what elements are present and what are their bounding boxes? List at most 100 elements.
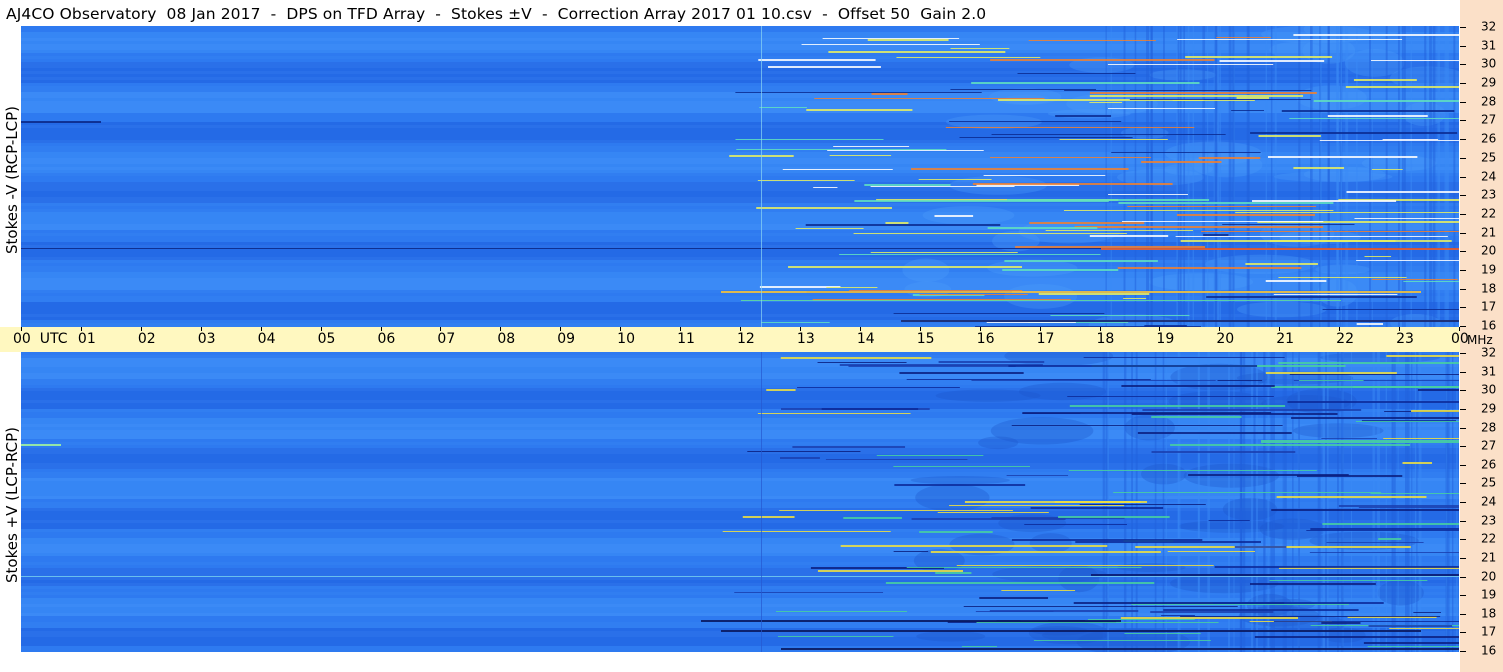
- interference-streak: [894, 484, 1026, 486]
- interference-streak: [1231, 110, 1264, 111]
- interference-streak: [1321, 438, 1377, 439]
- interference-streak: [722, 531, 891, 532]
- interference-streak: [1170, 444, 1411, 446]
- interference-streak: [1083, 357, 1285, 358]
- spectrogram-band: [21, 116, 1459, 119]
- spectrogram-striation: [1292, 352, 1294, 652]
- interference-line: [21, 444, 61, 446]
- interference-streak: [813, 187, 838, 188]
- spectrogram-striation: [1407, 352, 1410, 652]
- interference-streak: [1064, 90, 1312, 91]
- interference-streak: [956, 565, 1214, 566]
- interference-streak: [1417, 389, 1459, 391]
- bottom-panel-ylabel-text: Stokes +V (LCP-RCP): [3, 427, 21, 583]
- interference-streak: [870, 186, 1015, 187]
- interference-streak: [986, 322, 1076, 323]
- interference-streak: [757, 180, 855, 181]
- interference-streak: [934, 215, 974, 217]
- freq-tick-label-bottom: 30: [1481, 382, 1497, 397]
- spectrogram-striation: [1322, 352, 1325, 652]
- interference-streak: [1234, 546, 1287, 548]
- spectrogram-band: [21, 119, 1459, 122]
- spectrogram-band: [21, 74, 1459, 77]
- freq-tick-mark: [1460, 307, 1466, 309]
- interference-streak: [1289, 374, 1459, 375]
- spectrogram-striation: [1452, 352, 1454, 652]
- spectrogram-striation: [1416, 352, 1418, 652]
- interference-streak: [1089, 92, 1317, 94]
- spectrogram-striation: [1183, 26, 1186, 327]
- interference-streak: [1089, 102, 1123, 103]
- interference-streak: [1028, 40, 1156, 41]
- freq-tick-label-bottom: 18: [1481, 606, 1497, 621]
- interference-streak: [1371, 60, 1459, 61]
- spectrogram-band: [21, 26, 1459, 29]
- stokes-plus-v-spectrogram: [21, 352, 1459, 652]
- interference-streak: [893, 551, 929, 552]
- spectrogram-striation: [1228, 26, 1232, 327]
- freq-tick-mark: [1460, 27, 1466, 28]
- spectrogram-band: [21, 251, 1459, 254]
- interference-streak: [930, 551, 1161, 553]
- utc-tick-label: 12: [737, 331, 755, 347]
- interference-streak: [840, 545, 1108, 547]
- interference-streak: [1017, 73, 1136, 74]
- freq-tick-label-top: 25: [1481, 150, 1497, 165]
- interference-streak: [990, 59, 1215, 61]
- freq-tick-label-top: 32: [1481, 19, 1497, 34]
- spectrogram-band: [21, 86, 1459, 89]
- freq-tick-label-top: 23: [1481, 187, 1497, 202]
- interference-streak: [918, 179, 992, 180]
- interference-streak: [1287, 401, 1459, 403]
- interference-streak: [1363, 642, 1459, 644]
- freq-tick-mark: [1460, 502, 1466, 503]
- spectrogram-striation: [1402, 26, 1404, 327]
- interference-streak: [1293, 167, 1345, 169]
- interference-streak: [1185, 56, 1333, 58]
- freq-tick-label-top: 24: [1481, 169, 1497, 183]
- interference-streak: [1089, 95, 1304, 97]
- freq-tick-label-top: 26: [1481, 131, 1497, 146]
- interference-streak: [1141, 161, 1222, 163]
- interference-streak: [1208, 520, 1250, 521]
- interference-streak: [757, 413, 911, 414]
- freq-tick-mark: [1460, 520, 1466, 522]
- spectrogram-band: [21, 302, 1459, 305]
- interference-streak: [961, 646, 998, 647]
- freq-tick-label-top: 20: [1481, 243, 1497, 258]
- interference-streak: [848, 365, 1016, 367]
- interference-streak: [1212, 602, 1384, 604]
- vertical-marker: [761, 26, 762, 327]
- spectrogram-band: [21, 323, 1459, 326]
- freq-tick-label-bottom: 26: [1481, 457, 1497, 472]
- interference-streak: [1058, 516, 1170, 518]
- freq-tick-label-top: 21: [1481, 225, 1497, 240]
- interference-streak: [1358, 507, 1459, 508]
- interference-streak: [1273, 621, 1459, 622]
- interference-streak: [1293, 34, 1459, 36]
- interference-streak: [1107, 64, 1274, 65]
- spectrogram-striation: [1207, 26, 1209, 327]
- interference-streak: [1250, 583, 1376, 585]
- freq-tick-label-bottom: 32: [1481, 345, 1497, 360]
- interference-streak: [1131, 604, 1349, 605]
- interference-streak: [777, 636, 894, 637]
- spectrogram-band: [21, 80, 1459, 83]
- spectrogram-striation: [1232, 26, 1235, 327]
- freq-tick-label-top: 22: [1481, 206, 1497, 221]
- spectrogram-haze: [978, 436, 1019, 450]
- freq-tick-mark: [1460, 288, 1466, 290]
- interference-streak: [758, 59, 876, 61]
- spectrogram-band: [21, 182, 1459, 185]
- interference-streak: [828, 51, 1006, 53]
- freq-tick-mark: [1460, 83, 1466, 85]
- interference-streak: [1216, 37, 1271, 38]
- interference-streak: [971, 82, 1200, 84]
- spectrogram-striation: [1215, 26, 1218, 327]
- spectrogram-band: [21, 191, 1459, 194]
- spectrogram-band: [21, 50, 1459, 53]
- interference-streak: [801, 44, 980, 45]
- interference-streak: [899, 372, 1024, 374]
- spectrogram-striation: [1202, 26, 1206, 327]
- interference-streak: [1269, 240, 1396, 242]
